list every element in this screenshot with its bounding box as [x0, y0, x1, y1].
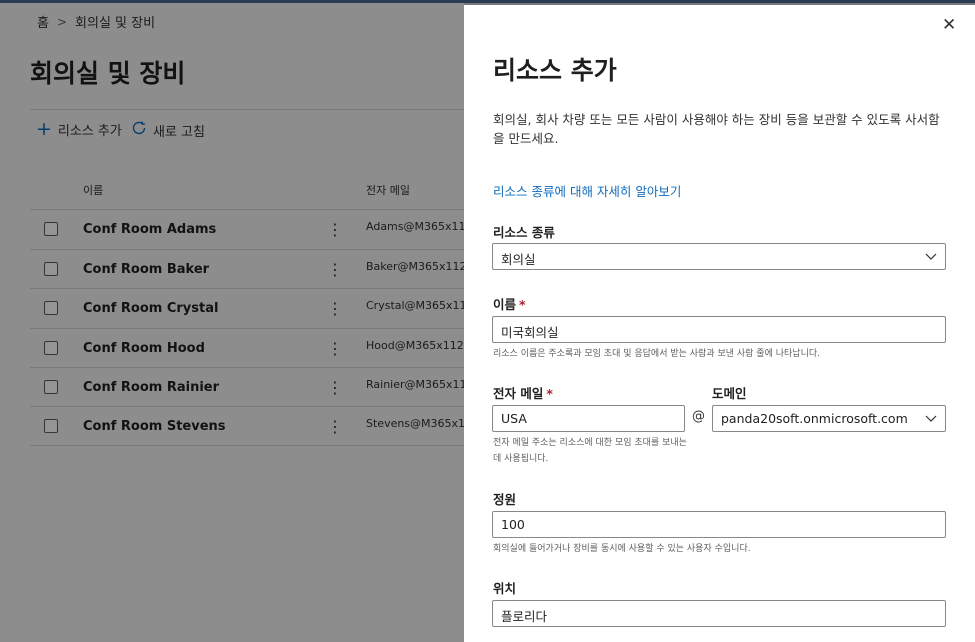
modal-overlay[interactable]: [0, 3, 464, 642]
at-sign: @: [692, 409, 705, 424]
location-label: 위치: [493, 581, 517, 596]
chevron-down-icon: [925, 253, 937, 260]
panel-title: 리소스 추가: [493, 56, 617, 85]
panel-description: 회의실, 회사 차량 또는 모든 사람이 사용해야 하는 장비 등을 보관할 수…: [493, 112, 940, 146]
location-value: 플로리다: [501, 609, 548, 624]
capacity-value: 100: [501, 517, 525, 532]
resource-type-dropdown[interactable]: 회의실: [492, 243, 946, 270]
capacity-input[interactable]: 100: [492, 511, 946, 538]
domain-label: 도메인: [712, 386, 747, 401]
required-marker: *: [546, 386, 553, 401]
resource-type-value: 회의실: [501, 252, 536, 267]
email-input[interactable]: USA: [492, 405, 685, 432]
add-resource-panel: ✕ 리소스 추가 회의실, 회사 차량 또는 모든 사람이 사용해야 하는 장비…: [464, 5, 975, 642]
capacity-help-text: 회의실에 들어가거나 장비를 동시에 사용할 수 있는 사용자 수입니다.: [493, 544, 751, 554]
resource-type-label: 리소스 종류: [493, 225, 555, 240]
domain-value: panda20soft.onmicrosoft.com: [721, 411, 908, 426]
email-help-text: 전자 메일 주소는 리소스에 대한 모임 초대를 보내는 데 사용됩니다.: [493, 438, 687, 464]
chevron-down-icon: [925, 415, 937, 422]
email-label-text: 전자 메일: [493, 386, 544, 401]
email-label: 전자 메일 *: [493, 383, 553, 402]
email-value: USA: [501, 411, 527, 426]
learn-more-link[interactable]: 리소스 종류에 대해 자세히 알아보기: [493, 181, 681, 200]
name-input[interactable]: 미국회의실: [492, 316, 946, 343]
name-help-text: 리소스 이름은 주소록과 모임 초대 및 응답에서 받는 사람과 보낸 사람 줄…: [493, 349, 820, 359]
domain-dropdown[interactable]: panda20soft.onmicrosoft.com: [712, 405, 946, 432]
name-value: 미국회의실: [501, 325, 559, 340]
required-marker: *: [519, 297, 526, 312]
name-label: 이름 *: [493, 294, 526, 313]
close-icon[interactable]: ✕: [942, 15, 956, 35]
name-label-text: 이름: [493, 297, 517, 312]
capacity-label: 정원: [493, 492, 517, 507]
location-input[interactable]: 플로리다: [492, 600, 946, 627]
